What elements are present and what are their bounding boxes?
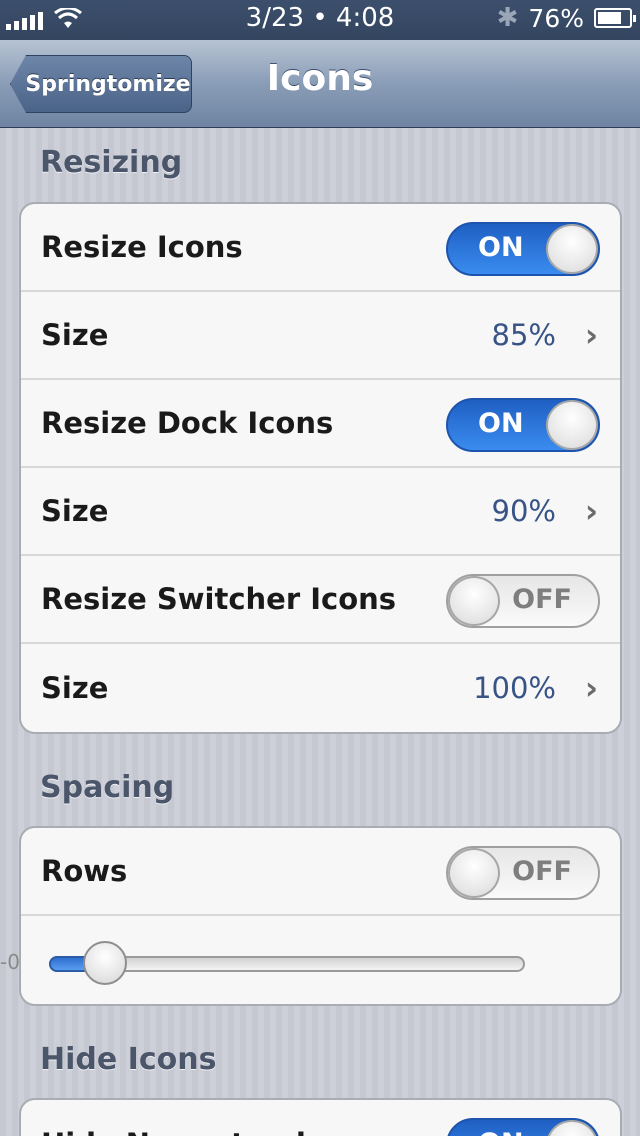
toggle-knob [448, 576, 500, 626]
row-label: Size [41, 671, 109, 705]
spacing-group: Rows OFF [19, 826, 622, 1006]
resize-icons-toggle[interactable]: ON [446, 222, 600, 276]
row-label: Resize Dock Icons [41, 406, 334, 440]
battery-percent: 76% [528, 3, 584, 33]
resize-dock-icons-toggle[interactable]: ON [446, 398, 600, 452]
status-bar: 3/23 • 4:08 ✱ 76% [0, 0, 640, 40]
chevron-right-icon: › [584, 492, 598, 530]
page-title: Icons [266, 58, 374, 99]
rows-slider-row [21, 916, 620, 1004]
toggle-state-label: ON [478, 232, 524, 263]
row-label: Resize Icons [41, 230, 243, 264]
hide-icons-group: Hide Newsstand ON [19, 1098, 622, 1136]
switcher-size-row[interactable]: Size 100% › [21, 644, 620, 732]
size-value: 90% [491, 494, 556, 528]
slider-thumb[interactable] [83, 941, 127, 985]
toggle-knob [546, 400, 598, 450]
hide-newsstand-toggle[interactable]: ON [446, 1118, 600, 1136]
dock-size-row[interactable]: Size 90% › [21, 468, 620, 556]
size-value: 85% [491, 318, 556, 352]
toggle-knob [448, 848, 500, 898]
hide-newsstand-row: Hide Newsstand ON [21, 1100, 620, 1136]
rows-toggle[interactable]: OFF [446, 846, 600, 900]
resizing-group: Resize Icons ON Size 85% › Resize Dock I… [19, 202, 622, 734]
toggle-knob [546, 224, 598, 274]
section-header-hide-icons: Hide Icons [40, 1042, 217, 1077]
row-label: Rows [41, 854, 128, 888]
resize-dock-icons-row: Resize Dock Icons ON [21, 380, 620, 468]
toggle-state-label: OFF [512, 584, 572, 615]
row-label: Resize Switcher Icons [41, 582, 397, 616]
toggle-state-label: OFF [512, 856, 572, 887]
navigation-bar: Springtomize Icons [0, 40, 640, 128]
chevron-right-icon: › [584, 316, 598, 354]
battery-icon [594, 8, 636, 28]
chevron-right-icon: › [584, 669, 598, 707]
size-value: 100% [473, 671, 556, 705]
row-label: Size [41, 318, 109, 352]
row-label: Hide Newsstand [41, 1127, 306, 1136]
bluetooth-icon: ✱ [496, 3, 519, 33]
resize-switcher-icons-toggle[interactable]: OFF [446, 574, 600, 628]
section-header-resizing: Resizing [40, 145, 183, 180]
icon-size-row[interactable]: Size 85% › [21, 292, 620, 380]
resize-icons-row: Resize Icons ON [21, 204, 620, 292]
row-label: Size [41, 494, 109, 528]
resize-switcher-icons-row: Resize Switcher Icons OFF [21, 556, 620, 644]
toggle-state-label: ON [478, 1128, 524, 1136]
toggle-state-label: ON [478, 408, 524, 439]
toggle-knob [546, 1120, 598, 1136]
section-header-spacing: Spacing [40, 770, 175, 805]
rows-row: Rows OFF [21, 828, 620, 916]
